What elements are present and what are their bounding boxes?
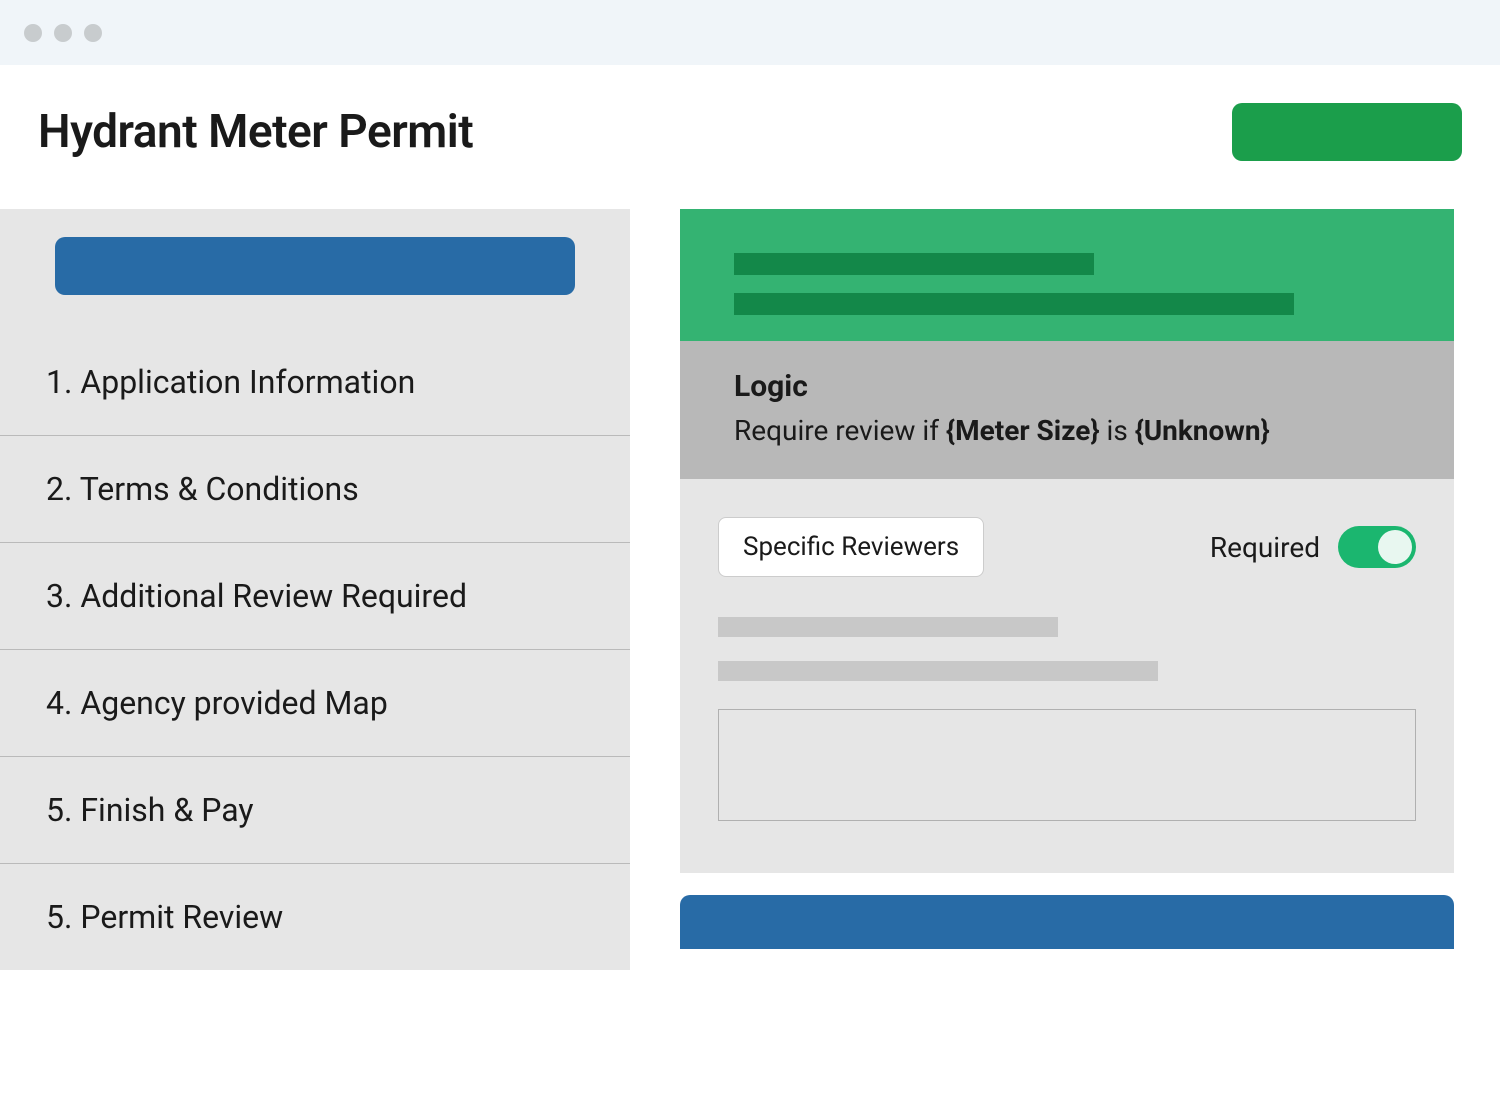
content-placeholder-2 — [718, 661, 1158, 681]
content-area: 1. Application Information 2. Terms & Co… — [0, 209, 1500, 970]
toggle-knob-icon — [1378, 530, 1412, 564]
window-dot-close-icon[interactable] — [24, 24, 42, 42]
sidebar-item-additional-review[interactable]: 3. Additional Review Required — [0, 543, 630, 650]
sidebar-item-finish-pay[interactable]: 5. Finish & Pay — [0, 757, 630, 864]
header: Hydrant Meter Permit — [0, 65, 1500, 209]
required-toggle[interactable] — [1338, 526, 1416, 568]
panel-header — [680, 209, 1454, 363]
required-label: Required — [1210, 531, 1320, 564]
main-panel: Logic Require review if {Meter Size} is … — [680, 209, 1500, 970]
sidebar-item-agency-map[interactable]: 4. Agency provided Map — [0, 650, 630, 757]
sidebar-item-terms-conditions[interactable]: 2. Terms & Conditions — [0, 436, 630, 543]
page-title: Hydrant Meter Permit — [38, 105, 473, 159]
primary-action-button[interactable] — [1232, 103, 1462, 161]
sidebar-action-button[interactable] — [55, 237, 575, 295]
panel-header-placeholder-2 — [734, 293, 1294, 315]
sidebar-item-permit-review[interactable]: 5. Permit Review — [0, 864, 630, 970]
logic-section: Logic Require review if {Meter Size} is … — [680, 341, 1454, 501]
logic-rule: Require review if {Meter Size} is {Unkno… — [734, 414, 1400, 447]
sidebar: 1. Application Information 2. Terms & Co… — [0, 209, 630, 970]
panel-group: Logic Require review if {Meter Size} is … — [680, 209, 1454, 873]
window-dot-minimize-icon[interactable] — [54, 24, 72, 42]
window-chrome — [0, 0, 1500, 65]
reviewers-row: Specific Reviewers Required — [718, 517, 1416, 577]
specific-reviewers-button[interactable]: Specific Reviewers — [718, 517, 984, 577]
logic-title: Logic — [734, 369, 1400, 404]
reviewers-section: Specific Reviewers Required — [680, 479, 1454, 873]
content-placeholder-1 — [718, 617, 1058, 637]
logic-connector: is — [1100, 414, 1135, 447]
text-input-area[interactable] — [718, 709, 1416, 821]
logic-token-value: {Unknown} — [1135, 414, 1270, 447]
sidebar-item-application-information[interactable]: 1. Application Information — [0, 329, 630, 436]
panel-header-placeholder-1 — [734, 253, 1094, 275]
logic-token-field: {Meter Size} — [946, 414, 1100, 447]
logic-prefix: Require review if — [734, 414, 946, 447]
required-group: Required — [1210, 526, 1416, 568]
window-dot-maximize-icon[interactable] — [84, 24, 102, 42]
bottom-action-button[interactable] — [680, 895, 1454, 949]
